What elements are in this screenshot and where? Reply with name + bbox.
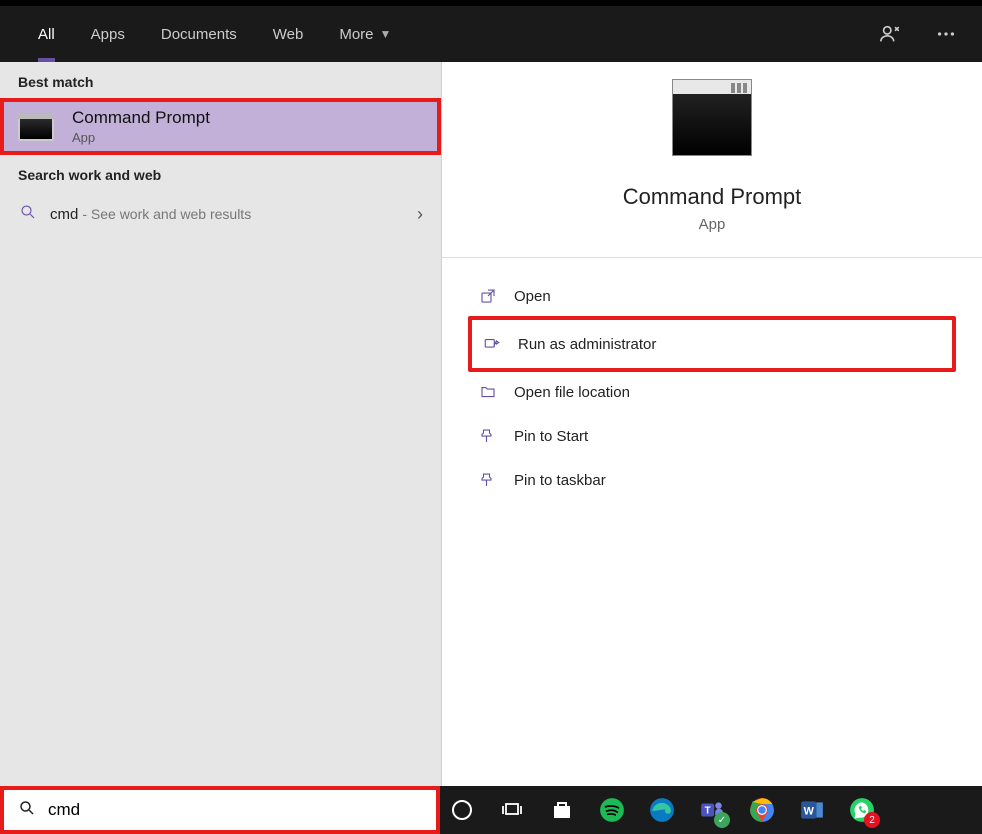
shield-admin-icon <box>482 334 502 354</box>
tab-apps[interactable]: Apps <box>73 6 143 62</box>
word-icon[interactable]: W <box>798 796 826 824</box>
action-pin-to-taskbar[interactable]: Pin to taskbar <box>472 460 952 500</box>
teams-icon[interactable]: T ✓ <box>698 796 726 824</box>
action-open[interactable]: Open <box>472 276 952 316</box>
search-bar[interactable] <box>0 786 440 834</box>
search-icon <box>18 799 36 822</box>
svg-text:T: T <box>705 805 711 816</box>
search-tabs-header: All Apps Documents Web More▼ <box>0 6 982 62</box>
result-command-prompt[interactable]: Command Prompt App <box>0 98 441 155</box>
tab-documents[interactable]: Documents <box>143 6 255 62</box>
tab-web[interactable]: Web <box>255 6 322 62</box>
action-run-as-administrator[interactable]: Run as administrator <box>468 316 956 372</box>
action-pin-to-start[interactable]: Pin to Start <box>472 416 952 456</box>
chevron-down-icon: ▼ <box>380 27 392 41</box>
search-web-label: Search work and web <box>0 155 441 191</box>
preview-title: Command Prompt <box>623 184 802 210</box>
more-options-icon[interactable] <box>930 18 962 50</box>
store-icon[interactable] <box>548 796 576 824</box>
taskbar: T ✓ W 2 <box>440 786 982 834</box>
edge-icon[interactable] <box>648 796 676 824</box>
action-open-file-location[interactable]: Open file location <box>472 372 952 412</box>
cortana-icon[interactable] <box>448 796 476 824</box>
tab-more[interactable]: More▼ <box>321 6 409 62</box>
cmd-app-icon <box>18 113 54 141</box>
svg-text:W: W <box>804 805 815 817</box>
web-query: cmd <box>50 206 78 223</box>
best-match-label: Best match <box>0 62 441 98</box>
status-available-badge: ✓ <box>714 812 730 828</box>
task-view-icon[interactable] <box>498 796 526 824</box>
result-type: App <box>72 130 210 145</box>
open-icon <box>478 286 498 306</box>
search-input[interactable] <box>48 800 422 820</box>
web-result-cmd[interactable]: cmd - See work and web results › <box>0 191 441 238</box>
spotify-icon[interactable] <box>598 796 626 824</box>
search-icon <box>18 203 38 226</box>
tab-all[interactable]: All <box>20 6 73 62</box>
web-suffix: - See work and web results <box>82 206 251 222</box>
chevron-right-icon: › <box>417 204 423 225</box>
result-title: Command Prompt <box>72 108 210 128</box>
preview-type: App <box>699 216 726 233</box>
account-icon[interactable] <box>874 18 906 50</box>
pin-start-icon <box>478 426 498 446</box>
folder-location-icon <box>478 382 498 402</box>
chrome-icon[interactable] <box>748 796 776 824</box>
annotation-highlight <box>0 98 441 155</box>
notification-badge: 2 <box>864 812 880 828</box>
cmd-large-icon <box>672 92 752 156</box>
results-panel: Best match Command Prompt App Search wor… <box>0 62 441 786</box>
preview-panel: Command Prompt App Open Run as administr… <box>441 62 982 786</box>
whatsapp-icon[interactable]: 2 <box>848 796 876 824</box>
pin-taskbar-icon <box>478 470 498 490</box>
